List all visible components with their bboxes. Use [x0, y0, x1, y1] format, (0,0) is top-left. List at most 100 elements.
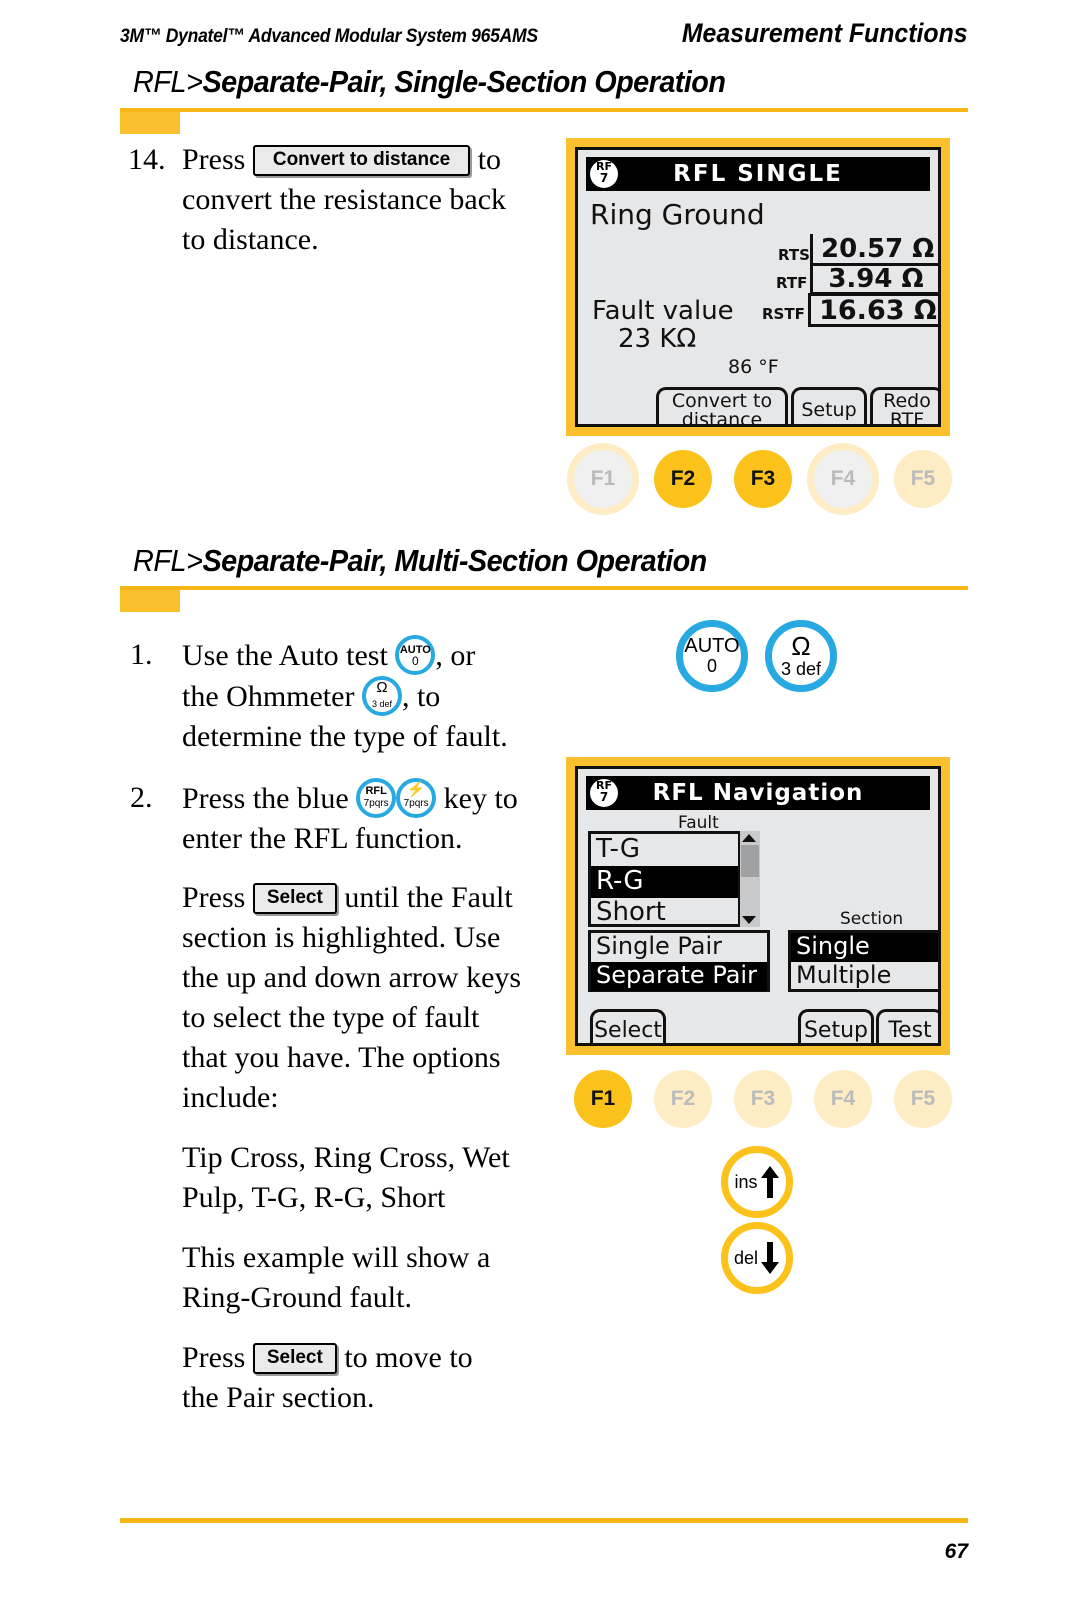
- para4-line2: the Pair section.: [182, 1381, 375, 1414]
- fault-listbox[interactable]: T-G R-G Short: [588, 831, 760, 927]
- fkey-f3-2[interactable]: F3: [734, 1070, 792, 1128]
- del-down-key[interactable]: del: [721, 1222, 793, 1294]
- fkey-f2[interactable]: F2: [654, 450, 712, 508]
- fkey-f5[interactable]: F5: [894, 450, 952, 508]
- para1-text-before: Press: [182, 881, 246, 914]
- softkey-test[interactable]: Test: [876, 1009, 938, 1044]
- fkey-f4-2[interactable]: F4: [814, 1070, 872, 1128]
- ground-symbol-icon-2: [898, 779, 928, 807]
- running-head-product: 3M™ Dynatel™ Advanced Modular System 965…: [120, 25, 538, 47]
- fkey-f2-2[interactable]: F2: [654, 1070, 712, 1128]
- section-option-single[interactable]: Single: [791, 933, 938, 962]
- ins-key-label: ins: [734, 1171, 758, 1192]
- softkey-setup-2[interactable]: Setup: [798, 1009, 874, 1043]
- section-rule-1: [120, 108, 968, 112]
- para-select-fault: Press Select until the Fault section is …: [182, 878, 582, 1118]
- para1-line3: the up and down arrow keys: [182, 961, 522, 994]
- fault-list-scrollbar[interactable]: [738, 831, 760, 927]
- scroll-down-arrow-icon[interactable]: [742, 916, 756, 924]
- bolt-key-inline-icon[interactable]: ⚡ 7pqrs: [396, 778, 437, 818]
- lcd-rfl-single: RF 7 RFL SINGLE Ring Ground RTS 20.57 Ω …: [575, 147, 941, 427]
- fault-option-tg[interactable]: T-G: [591, 834, 757, 866]
- select-button-2[interactable]: Select: [252, 1343, 337, 1374]
- select-button-1[interactable]: Select: [252, 883, 337, 914]
- section-heading-2: RFL>Separate-Pair, Multi-Section Operati…: [133, 543, 750, 579]
- footer-rule: [120, 1518, 968, 1523]
- convert-to-distance-button[interactable]: Convert to distance: [252, 145, 471, 176]
- step-1-line3: determine the type of fault.: [182, 720, 508, 753]
- fkey-f1-2[interactable]: F1: [574, 1070, 632, 1128]
- section-rule-2: [120, 586, 968, 590]
- ohm-key-inline-icon[interactable]: Ω 3 def: [361, 676, 402, 716]
- auto-key-inline-icon[interactable]: AUTO 0: [395, 635, 436, 675]
- rfl-logo-bottom: 7: [599, 171, 609, 185]
- para4-text-before: Press: [182, 1341, 246, 1374]
- step-2-text: Press the blue RFL 7pqrs ⚡ 7pqrs key to …: [182, 778, 582, 859]
- auto-key-bottom: 0: [706, 656, 717, 677]
- para-move-to-pair: Press Select to move to the Pair section…: [182, 1338, 582, 1418]
- softkey-convert-line2: distance: [681, 409, 763, 427]
- softkey-redo-rtf[interactable]: Redo RTF: [870, 387, 938, 427]
- fault-option-short[interactable]: Short: [591, 898, 757, 928]
- section-option-multiple[interactable]: Multiple: [791, 962, 938, 991]
- rfl-key-inline-icon[interactable]: RFL 7pqrs: [356, 778, 397, 818]
- scroll-thumb[interactable]: [741, 845, 759, 877]
- running-head-chapter: Measurement Functions: [682, 18, 968, 48]
- section-rule-block-1: [120, 112, 180, 134]
- rts-label: RTS: [778, 246, 810, 264]
- scroll-up-arrow-icon[interactable]: [742, 834, 756, 842]
- softkey-setup-label: Setup: [801, 399, 857, 422]
- fkey-f4[interactable]: F4: [814, 450, 872, 508]
- fkey-f3[interactable]: F3: [734, 450, 792, 508]
- bolt-key-inline-bottom: 7pqrs: [403, 798, 429, 809]
- section-rule-block-2: [120, 590, 180, 612]
- para2-line1: Tip Cross, Ring Cross, Wet: [182, 1141, 510, 1174]
- arrow-up-icon: [760, 1166, 779, 1198]
- ins-up-key[interactable]: ins: [721, 1146, 793, 1218]
- fkey-f5-2[interactable]: F5: [894, 1070, 952, 1128]
- ohm-key[interactable]: Ω 3 def: [765, 620, 837, 692]
- softkey-setup[interactable]: Setup: [791, 387, 867, 424]
- section-heading-1-title: Separate-Pair, Single-Section Operation: [202, 64, 726, 99]
- softkey-redo-line2: RTF: [889, 409, 925, 427]
- running-head: 3M™ Dynatel™ Advanced Modular System 965…: [120, 18, 968, 49]
- rstf-label: RSTF: [762, 305, 805, 323]
- section-heading-1-prefix: RFL>: [133, 64, 203, 99]
- para-fault-options: Tip Cross, Ring Cross, Wet Pulp, T-G, R-…: [182, 1138, 582, 1218]
- bolt-key-inline-top: ⚡: [406, 781, 426, 798]
- fkey-f1[interactable]: F1: [574, 450, 632, 508]
- softkey-convert-to-distance[interactable]: Convert to distance: [656, 387, 788, 427]
- para-example-note: This example will show a Ring-Ground fau…: [182, 1238, 582, 1318]
- fault-value-label: Fault value: [592, 296, 734, 326]
- device-screen-rfl-navigation: RF 7 RFL Navigation Fault T-G R-G Short: [566, 757, 950, 1055]
- step-1-line1-b: , or: [435, 639, 476, 672]
- pair-listbox[interactable]: Single Pair Separate Pair: [588, 930, 770, 992]
- fkey-row-1: F1 F2 F3 F4 F5: [574, 450, 952, 508]
- rtf-value: 3.94 Ω: [810, 263, 938, 295]
- lcd-titlebar-2: RF 7 RFL Navigation: [586, 776, 930, 810]
- step-14-number: 14.: [128, 143, 166, 176]
- rfl-logo-bottom-2: 7: [599, 790, 609, 804]
- lcd-title-1: RFL SINGLE: [673, 161, 843, 187]
- ohm-key-inline-bottom: 3 def: [371, 699, 392, 709]
- auto-key-inline-bottom: 0: [411, 654, 419, 668]
- para1-line5: that you have. The options: [182, 1041, 501, 1074]
- pair-option-single[interactable]: Single Pair: [591, 933, 767, 962]
- para1-line6: include:: [182, 1081, 279, 1114]
- para2-line2: Pulp, T-G, R-G, Short: [182, 1181, 446, 1214]
- pair-option-separate[interactable]: Separate Pair: [591, 962, 767, 991]
- section-heading-2-prefix: RFL>: [133, 543, 203, 578]
- auto-key[interactable]: AUTO 0: [676, 620, 748, 692]
- para1-line4: to select the type of fault: [182, 1001, 480, 1034]
- ohm-key-inline-top: Ω: [376, 679, 388, 696]
- softkey-select[interactable]: Select: [590, 1009, 666, 1043]
- device-screen-rfl-single: RF 7 RFL SINGLE Ring Ground RTS 20.57 Ω …: [566, 138, 950, 436]
- fkey-row-2: F1 F2 F3 F4 F5: [574, 1070, 952, 1128]
- softkey-test-label: Test: [888, 1018, 932, 1044]
- fault-option-rg[interactable]: R-G: [591, 866, 757, 898]
- ohm-key-bottom: 3 def: [780, 659, 822, 680]
- step-1-text: Use the Auto test AUTO 0 , or the Ohmmet…: [182, 635, 582, 757]
- step-1-line1-a: Use the Auto test: [182, 639, 388, 672]
- rfl-key-inline-top: RFL: [365, 785, 387, 797]
- section-listbox[interactable]: Single Multiple: [788, 930, 938, 992]
